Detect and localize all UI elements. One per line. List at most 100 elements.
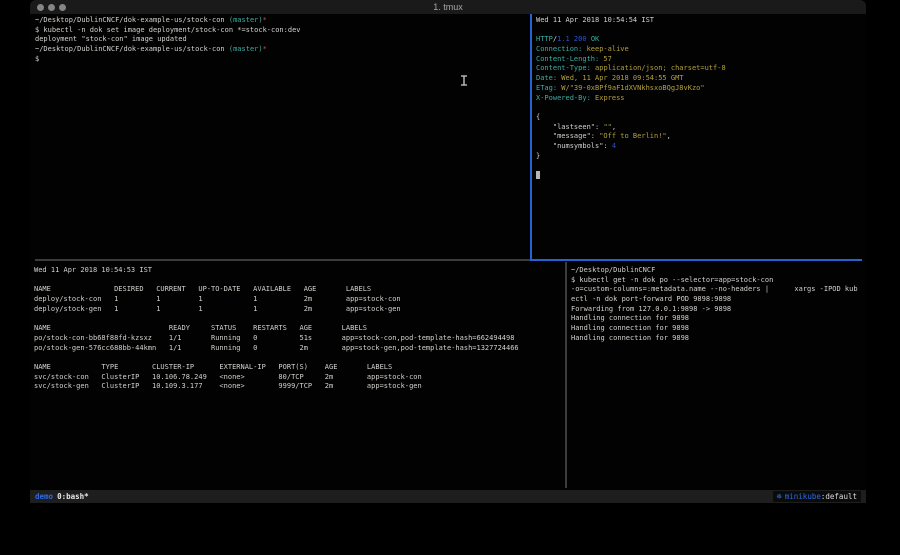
- terminal-line: deploy/stock-con 1 1 1 1 2m app=stock-co…: [34, 295, 563, 305]
- terminal-line: Connection: keep-alive: [536, 45, 862, 55]
- terminal-text-segment: Express: [591, 94, 625, 102]
- terminal-text-segment: keep-alive: [582, 45, 628, 53]
- terminal-text-segment: ~/Desktop/DublinCNCF: [571, 266, 655, 274]
- terminal-line: ~/Desktop/DublinCNCF: [571, 266, 865, 276]
- pane-divider-horizontal-right[interactable]: [530, 259, 862, 261]
- pane-bottom-right-port-forward[interactable]: ~/Desktop/DublinCNCF $ kubectl get -n dok…: [571, 266, 865, 488]
- terminal-line: ~/Desktop/DublinCNCF/dok-example-us/stoc…: [35, 16, 527, 26]
- terminal-text-segment: {: [536, 113, 540, 121]
- terminal-text-segment: svc/stock-gen ClusterIP 10.109.3.177 <no…: [34, 382, 422, 390]
- terminal-text-segment: 57: [599, 55, 612, 63]
- terminal-text-segment: "message":: [536, 132, 599, 140]
- terminal-line: [536, 161, 862, 171]
- mouse-ibeam-cursor: [460, 71, 468, 82]
- terminal-line: [34, 276, 563, 286]
- terminal-text-segment: HTTP: [536, 35, 553, 43]
- terminal-line: {: [536, 113, 862, 123]
- pane-top-left-shell[interactable]: ~/Desktop/DublinCNCF/dok-example-us/stoc…: [35, 16, 527, 258]
- terminal-text-segment: (master): [229, 45, 263, 53]
- terminal-text-segment: Handling connection for 9898: [571, 314, 689, 322]
- terminal-text-segment: $ kubectl -n dok set image deployment/st…: [35, 26, 301, 34]
- terminal-text-segment: "": [603, 123, 611, 131]
- kube-context-indicator: ☸ minikube :default: [773, 491, 861, 502]
- terminal-text-segment: Date:: [536, 74, 557, 82]
- terminal-text-segment: NAME TYPE CLUSTER-IP EXTERNAL-IP PORT(S)…: [34, 363, 392, 371]
- pane-top-right-http-response[interactable]: Wed 11 Apr 2018 10:54:54 IST HTTP/1.1 20…: [536, 16, 862, 258]
- terminal-window: 1. tmux ~/Desktop/DublinCNCF/dok-example…: [30, 0, 866, 503]
- close-button[interactable]: [37, 4, 44, 11]
- terminal-text-segment: Content-Type:: [536, 64, 591, 72]
- terminal-line: svc/stock-gen ClusterIP 10.109.3.177 <no…: [34, 382, 563, 392]
- terminal-text-segment: Handling connection for 9898: [571, 324, 689, 332]
- pane-divider-vertical-top[interactable]: [530, 14, 532, 260]
- pane-bottom-left-kubectl-resources[interactable]: Wed 11 Apr 2018 10:54:53 IST NAME DESIRE…: [34, 266, 563, 488]
- terminal-text-segment: Content-Length:: [536, 55, 599, 63]
- terminal-text-segment: Wed, 11 Apr 2018 09:54:55 GMT: [557, 74, 683, 82]
- terminal-text-segment: Connection:: [536, 45, 582, 53]
- minimize-button[interactable]: [48, 4, 55, 11]
- terminal-line: deployment "stock-con" image updated: [35, 35, 527, 45]
- terminal-text-segment: ,: [612, 123, 616, 131]
- terminal-text-segment: ectl -n dok port-forward POD 9898:9898: [571, 295, 731, 303]
- traffic-lights: [37, 0, 66, 14]
- terminal-line: NAME READY STATUS RESTARTS AGE LABELS: [34, 324, 563, 334]
- terminal-text-segment: (master): [229, 16, 263, 24]
- terminal-text-segment: deploy/stock-con 1 1 1 1 2m app=stock-co…: [34, 295, 401, 303]
- terminal-line: X-Powered-By: Express: [536, 94, 862, 104]
- terminal-line: "lastseen": "",: [536, 123, 862, 133]
- terminal-text-segment: deployment "stock-con" image updated: [35, 35, 187, 43]
- terminal-line: ETag: W/"39-0xBPf9aF1dXVNkhsxoBQgJ8vKzo": [536, 84, 862, 94]
- terminal-text-segment: "lastseen":: [536, 123, 603, 131]
- terminal-line: [34, 314, 563, 324]
- terminal-content: ~/Desktop/DublinCNCF/dok-example-us/stoc…: [30, 14, 866, 490]
- terminal-text-segment: *: [263, 45, 267, 53]
- terminal-text-segment: W/"39-0xBPf9aF1dXVNkhsxoBQgJ8vKzo": [557, 84, 705, 92]
- terminal-text-segment: ,: [667, 132, 671, 140]
- terminal-text-segment: *: [263, 16, 267, 24]
- pane-divider-horizontal-left[interactable]: [35, 259, 530, 261]
- tmux-window-label[interactable]: 0:bash*: [57, 490, 89, 503]
- window-titlebar[interactable]: 1. tmux: [30, 0, 866, 14]
- terminal-text-segment: $: [35, 55, 39, 63]
- window-title: 1. tmux: [30, 0, 866, 14]
- terminal-text-segment: $ kubectl get -n dok po --selector=app=s…: [571, 276, 773, 284]
- zoom-button[interactable]: [59, 4, 66, 11]
- terminal-line: ectl -n dok port-forward POD 9898:9898: [571, 295, 865, 305]
- terminal-text-segment: Forwarding from 127.0.0.1:9898 -> 9898: [571, 305, 731, 313]
- terminal-text-segment: Wed 11 Apr 2018 10:54:54 IST: [536, 16, 654, 24]
- terminal-text-segment: NAME DESIRED CURRENT UP-TO-DATE AVAILABL…: [34, 285, 371, 293]
- terminal-text-segment: }: [536, 152, 540, 160]
- terminal-line: Wed 11 Apr 2018 10:54:54 IST: [536, 16, 862, 26]
- terminal-line: Handling connection for 9898: [571, 334, 865, 344]
- terminal-text-segment: ~/Desktop/DublinCNCF/dok-example-us/stoc…: [35, 16, 229, 24]
- terminal-line: [536, 103, 862, 113]
- terminal-line: Handling connection for 9898: [571, 314, 865, 324]
- kubernetes-wheel-icon: ☸: [777, 491, 782, 502]
- terminal-text-segment: ~/Desktop/DublinCNCF/dok-example-us/stoc…: [35, 45, 229, 53]
- terminal-line: Wed 11 Apr 2018 10:54:53 IST: [34, 266, 563, 276]
- terminal-text-segment: 1.1 200: [557, 35, 587, 43]
- terminal-line: $ kubectl get -n dok po --selector=app=s…: [571, 276, 865, 286]
- terminal-text-segment: 4: [612, 142, 616, 150]
- terminal-text-segment: application/json; charset=utf-8: [591, 64, 726, 72]
- terminal-line: [536, 26, 862, 36]
- tmux-session-name: demo: [35, 490, 53, 503]
- terminal-line: "message": "Off to Berlin!",: [536, 132, 862, 142]
- terminal-text-segment: svc/stock-con ClusterIP 10.106.78.249 <n…: [34, 373, 422, 381]
- terminal-line: HTTP/1.1 200 OK: [536, 35, 862, 45]
- kube-context-name: minikube: [785, 491, 821, 502]
- terminal-line: [34, 353, 563, 363]
- terminal-text-segment: "Off to Berlin!": [599, 132, 666, 140]
- terminal-line: -o=custom-columns=:metadata.name --no-he…: [571, 285, 865, 295]
- pane-divider-vertical-bottom[interactable]: [565, 262, 567, 488]
- terminal-line: Forwarding from 127.0.0.1:9898 -> 9898: [571, 305, 865, 315]
- terminal-text-segment: -o=custom-columns=:metadata.name --no-he…: [571, 285, 858, 293]
- terminal-line: Date: Wed, 11 Apr 2018 09:54:55 GMT: [536, 74, 862, 84]
- terminal-line: [536, 171, 862, 181]
- terminal-text-segment: deploy/stock-gen 1 1 1 1 2m app=stock-ge…: [34, 305, 401, 313]
- terminal-line: po/stock-con-bb68f88fd-kzsxz 1/1 Running…: [34, 334, 563, 344]
- terminal-text-segment: po/stock-con-bb68f88fd-kzsxz 1/1 Running…: [34, 334, 514, 342]
- terminal-text-segment: ETag:: [536, 84, 557, 92]
- terminal-line: $: [35, 55, 527, 65]
- terminal-line: ~/Desktop/DublinCNCF/dok-example-us/stoc…: [35, 45, 527, 55]
